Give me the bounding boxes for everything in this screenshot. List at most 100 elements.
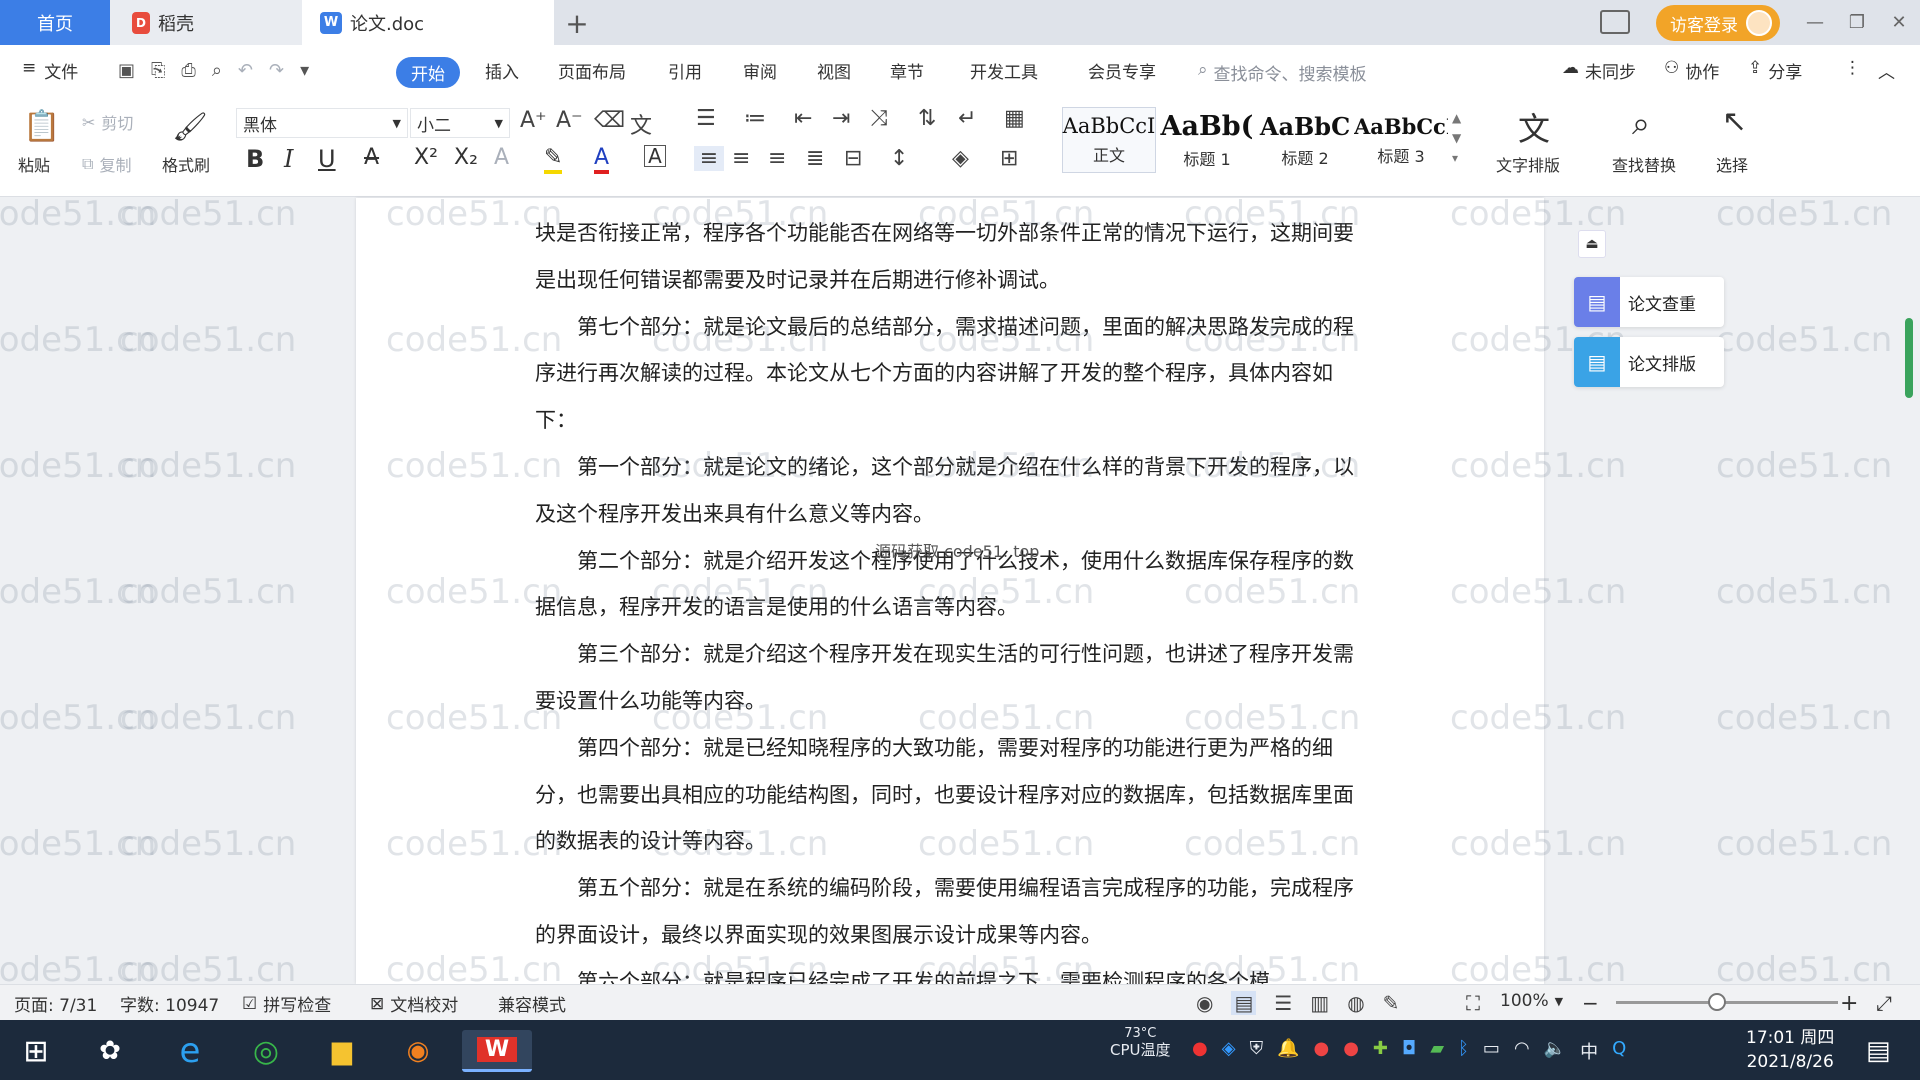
- paper-check-button[interactable]: ▤ 论文查重: [1574, 277, 1724, 327]
- font-color-icon[interactable]: A: [594, 145, 610, 174]
- collaborate-button[interactable]: ⚇ 协作: [1664, 58, 1719, 83]
- borders-icon[interactable]: ⊞: [1000, 146, 1018, 171]
- font-name-select[interactable]: 黑体 ▼: [236, 108, 408, 138]
- guest-login-button[interactable]: 访客登录: [1656, 5, 1780, 41]
- network-app-icon[interactable]: ◈: [1222, 1038, 1236, 1064]
- numbered-list-icon[interactable]: ≔: [744, 106, 766, 131]
- spell-check-button[interactable]: ☑ 拼写检查: [242, 991, 331, 1017]
- notification-bell-icon[interactable]: 🔔: [1277, 1038, 1299, 1064]
- menu-chapter[interactable]: 章节: [890, 58, 924, 83]
- layout-toggle-icon[interactable]: [1600, 10, 1630, 34]
- format-painter-icon[interactable]: 🖌: [170, 106, 210, 146]
- customize-dropdown-icon[interactable]: ▾: [300, 60, 309, 81]
- collapse-ribbon-icon[interactable]: ︿: [1878, 58, 1895, 83]
- cpu-temp-widget[interactable]: 73°C CPU温度: [1110, 1026, 1171, 1058]
- text-effect-icon[interactable]: A: [494, 145, 509, 170]
- style-heading-1[interactable]: AaBb(标题 1: [1160, 107, 1254, 173]
- format-painter-button[interactable]: 格式刷: [162, 152, 210, 176]
- more-options-icon[interactable]: ⋮: [1844, 58, 1861, 78]
- browser-360-icon[interactable]: ◎: [244, 1030, 288, 1072]
- paper-layout-button[interactable]: ▤ 论文排版: [1574, 337, 1724, 387]
- align-left-icon[interactable]: ≡: [694, 146, 724, 171]
- clear-format-icon[interactable]: ⌫: [594, 108, 625, 133]
- input-method-icon[interactable]: Q: [1612, 1038, 1626, 1064]
- shading-icon[interactable]: ◈: [952, 146, 969, 171]
- close-button[interactable]: ✕: [1882, 8, 1916, 36]
- document-body[interactable]: 块是否衔接正常，程序各个功能能否在网络等一切外部条件正常的情况下运行，这期间要是…: [535, 210, 1365, 1006]
- zoom-select[interactable]: 100% ▼: [1500, 991, 1563, 1011]
- zoom-out-icon[interactable]: −: [1582, 991, 1599, 1015]
- sort-icon[interactable]: ⇅: [918, 106, 936, 131]
- tab-document[interactable]: W 论文.doc: [302, 0, 554, 45]
- ime-indicator[interactable]: 中: [1580, 1038, 1598, 1064]
- line-spacing-icon[interactable]: ↕: [890, 146, 908, 171]
- style-heading-2[interactable]: AaBbC 标题 2: [1258, 107, 1352, 173]
- table-icon[interactable]: ▦: [1004, 106, 1025, 131]
- text-layout-button[interactable]: 文字排版: [1496, 152, 1560, 176]
- style-heading-3[interactable]: AaBbCcI 标题 3: [1354, 107, 1448, 173]
- print-icon[interactable]: ⎙: [181, 60, 195, 81]
- web-view-icon[interactable]: ◍: [1347, 991, 1364, 1015]
- file-menu[interactable]: ≡ 文件: [22, 58, 78, 83]
- cut-button[interactable]: ✂ 剪切: [82, 110, 133, 134]
- style-normal[interactable]: AaBbCcI 正文: [1062, 107, 1156, 173]
- volume-icon[interactable]: 🔈: [1544, 1038, 1566, 1064]
- page-view-icon[interactable]: ▤: [1231, 991, 1257, 1015]
- menu-view[interactable]: 视图: [817, 58, 851, 83]
- menu-developer[interactable]: 开发工具: [970, 58, 1038, 83]
- wifi-icon[interactable]: ◠: [1514, 1038, 1530, 1064]
- justify-icon[interactable]: ≣: [806, 146, 824, 171]
- new-tab-button[interactable]: +: [560, 6, 594, 40]
- increase-indent-icon[interactable]: ⇥: [832, 106, 850, 131]
- command-search[interactable]: ⌕ 查找命令、搜索模板: [1198, 60, 1367, 85]
- select-cursor-icon[interactable]: ↖: [1722, 104, 1747, 139]
- minimize-button[interactable]: —: [1798, 8, 1832, 36]
- sync-status[interactable]: ☁ 未同步: [1562, 58, 1636, 83]
- bluetooth-icon[interactable]: ᛒ: [1458, 1038, 1469, 1064]
- copy-button[interactable]: ⧉ 复制: [82, 152, 131, 176]
- superscript-icon[interactable]: X²: [414, 145, 438, 170]
- menu-insert[interactable]: 插入: [485, 58, 519, 83]
- menu-member[interactable]: 会员专享: [1088, 58, 1156, 83]
- paste-button[interactable]: 粘贴: [18, 152, 50, 176]
- pinwheel-app-icon[interactable]: ✿: [88, 1030, 132, 1072]
- text-direction-icon[interactable]: ⤨: [870, 106, 888, 131]
- menu-references[interactable]: 引用: [668, 58, 702, 83]
- tab-daoke[interactable]: D 稻壳: [110, 0, 302, 45]
- zoom-in-icon[interactable]: +: [1840, 991, 1858, 1016]
- text-layout-icon[interactable]: 文: [1518, 104, 1550, 150]
- outline-view-icon[interactable]: ☰: [1274, 991, 1292, 1015]
- show-marks-icon[interactable]: ↵: [958, 106, 976, 131]
- print-preview-icon[interactable]: ⌕: [212, 60, 222, 81]
- eye-protect-icon[interactable]: ◉: [1196, 991, 1213, 1015]
- save-icon[interactable]: ▣: [118, 60, 135, 81]
- menu-page-layout[interactable]: 页面布局: [558, 58, 626, 83]
- highlight-icon[interactable]: ✎: [544, 145, 563, 174]
- zoom-slider-handle[interactable]: [1708, 993, 1726, 1011]
- export-icon[interactable]: ⎘: [151, 60, 165, 81]
- bluetooth-device-icon[interactable]: ◘: [1402, 1038, 1416, 1064]
- subscript-icon[interactable]: X₂: [454, 145, 478, 170]
- nvidia-icon[interactable]: ▰: [1430, 1038, 1444, 1064]
- qq-icon[interactable]: ●: [1313, 1038, 1329, 1064]
- find-replace-icon[interactable]: ⌕: [1632, 104, 1650, 143]
- underline-icon[interactable]: U: [318, 145, 336, 173]
- decrease-indent-icon[interactable]: ⇤: [794, 106, 812, 131]
- recorder-app-icon[interactable]: ◉: [396, 1030, 440, 1072]
- clock[interactable]: 17:01 周四 2021/8/26: [1746, 1026, 1834, 1074]
- word-count[interactable]: 字数: 10947: [120, 991, 219, 1016]
- tab-home[interactable]: 首页: [0, 0, 110, 45]
- share-button[interactable]: ⇪ 分享: [1748, 58, 1802, 83]
- align-center-icon[interactable]: ≡: [732, 146, 750, 171]
- fit-page-icon[interactable]: ⛶: [1466, 991, 1480, 1015]
- menu-start[interactable]: 开始: [396, 57, 460, 88]
- restore-button[interactable]: ❐: [1840, 8, 1874, 36]
- bold-icon[interactable]: B: [246, 145, 264, 173]
- redo-icon[interactable]: ↷: [269, 60, 284, 81]
- char-border-icon[interactable]: A: [644, 144, 666, 168]
- phonetic-guide-icon[interactable]: 文: [630, 108, 652, 140]
- page-indicator[interactable]: 页面: 7/31: [14, 991, 97, 1016]
- styles-scroll-icon[interactable]: ▲ ▼ ▾: [1452, 108, 1461, 168]
- qq-alt-icon[interactable]: ●: [1343, 1038, 1359, 1064]
- italic-icon[interactable]: I: [284, 145, 293, 173]
